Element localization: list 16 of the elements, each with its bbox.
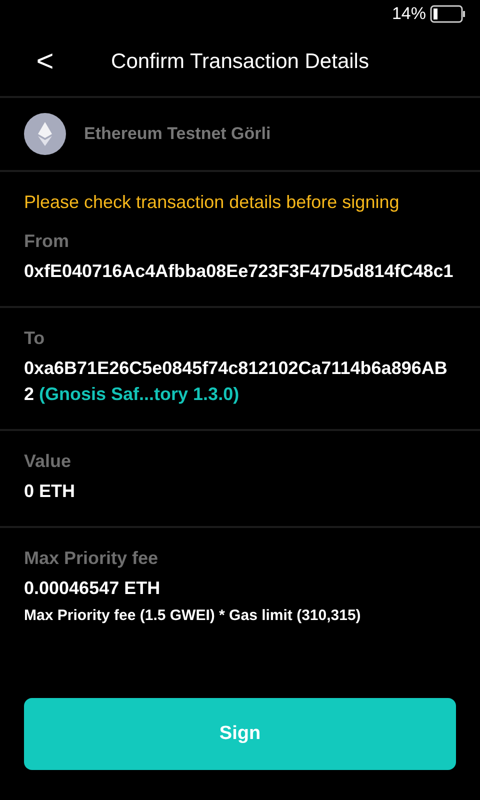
warning-message: Please check transaction details before signing [23,191,400,213]
field-label: To [24,328,46,349]
back-button[interactable]: < [28,47,62,77]
network-name: Ethereum Testnet Görli [84,124,271,144]
field-label: From [24,231,70,252]
field-value: 0 ETH [24,480,76,503]
fee-formula: Max Priority fee (1.5 GWEI) * Gas limit (310,315) [24,607,362,624]
field-value: 0xa6B71E26C5e0845f74c812102Ca7114b6a896AB2 (Gnosis Saf...tory 1.3.0) [24,357,448,406]
field-label: Value [24,451,72,472]
field-value: 0.00046547 ETH [24,577,162,600]
screen-title: Confirm Transaction Details [110,50,370,74]
field-value: 0xfE040716Ac4Afbba08Ee723F3F47D5d814fC48c1 [24,260,454,283]
battery-percent: 14% [392,4,426,24]
battery-icon [430,5,466,23]
field-label: Max Priority fee [24,548,160,569]
ethereum-icon [24,113,66,155]
